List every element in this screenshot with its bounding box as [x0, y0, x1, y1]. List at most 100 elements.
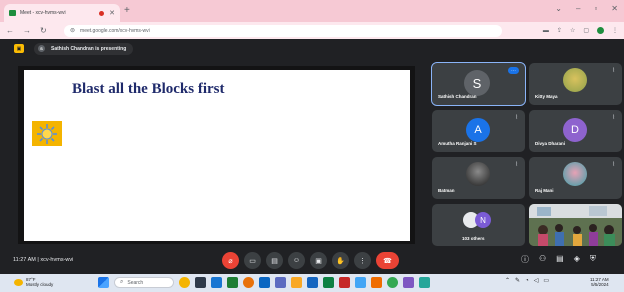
participant-name: Kitty Maya	[535, 94, 558, 99]
toolbar-icons: ▬ ⇪ ☆ ▢ ⋮	[543, 27, 618, 34]
chevron-up-icon[interactable]: ⌃	[505, 277, 510, 284]
participant-tile[interactable]: ⌇ A Amutha Ranjani S	[432, 110, 525, 152]
activities-icon[interactable]: ◈	[574, 254, 580, 265]
battery-icon[interactable]: ▭	[543, 277, 549, 284]
others-tile[interactable]: N 103 others	[432, 204, 525, 246]
maximize-icon[interactable]: ▫	[594, 4, 597, 13]
emoji-button[interactable]: ☺	[288, 252, 305, 269]
meeting-control-bar: 11:27 AM | xcv-hvms-wvi ⌀ ▭ ▤ ☺ ▣ ✋ ⋮ ☎ …	[0, 251, 624, 271]
browser-toolbar: ← → ↻ ⊜ meet.google.com/xcv-hvms-wvi ▬ ⇪…	[0, 22, 624, 39]
self-view-tile[interactable]	[529, 204, 622, 246]
bookmark-star-icon[interactable]: ☆	[570, 27, 575, 34]
avatar: D	[563, 118, 587, 142]
excel-icon[interactable]	[227, 277, 238, 288]
search-icon: ⌕	[120, 279, 124, 285]
mic-off-icon: ⌀	[228, 257, 233, 265]
meet-app-icon[interactable]	[323, 277, 334, 288]
reload-icon[interactable]: ↻	[40, 26, 47, 35]
widgets-icon[interactable]	[179, 277, 190, 288]
file-explorer-icon[interactable]	[291, 277, 302, 288]
raise-hand-button[interactable]: ✋	[332, 252, 349, 269]
info-icon[interactable]: ⓘ	[521, 254, 529, 265]
presenting-badge: S Sathish Chandran is presenting	[34, 42, 134, 55]
avatar: N	[475, 212, 491, 228]
mic-off-icon: ⌇	[515, 115, 518, 121]
mic-toggle-button[interactable]: ⌀	[222, 252, 239, 269]
forward-icon[interactable]: →	[23, 26, 31, 35]
tab-title: Meet - xcv-hvms-wvi	[20, 10, 66, 16]
new-tab-button[interactable]: +	[124, 5, 130, 17]
site-info-icon[interactable]: ⊜	[70, 27, 75, 34]
profile-avatar[interactable]	[597, 27, 604, 34]
system-tray: ⌃ ✎ ◔ ◁ ▭	[505, 277, 549, 285]
word-icon[interactable]	[307, 277, 318, 288]
people-icon[interactable]: ⚇	[539, 254, 546, 265]
participant-name: Batman	[438, 188, 455, 193]
close-tab-icon[interactable]: ✕	[109, 9, 115, 17]
minimize-icon[interactable]: ⌄	[555, 4, 562, 13]
camera-in-use-icon[interactable]: ▬	[543, 28, 549, 34]
participant-tile[interactable]: ⌇ D Divya Dharani	[529, 110, 622, 152]
slide-title: Blast all the Blocks first	[72, 81, 225, 97]
start-windows-icon[interactable]	[98, 277, 109, 288]
presenting-text: Sathish Chandran is presenting	[51, 45, 127, 52]
close-window-icon[interactable]: ✕	[611, 4, 618, 13]
participant-name: Sathish Chandran	[438, 94, 477, 99]
others-count: 103 others	[462, 236, 485, 241]
phone-hangup-icon: ☎	[383, 257, 392, 265]
mic-off-icon: ⌇	[612, 162, 615, 168]
avatar	[563, 68, 587, 92]
participant-tile[interactable]: ⋯ S Sathish Chandran	[431, 62, 526, 106]
address-bar[interactable]: ⊜ meet.google.com/xcv-hvms-wvi	[64, 24, 502, 37]
sun-image	[32, 121, 62, 146]
end-call-button[interactable]: ☎	[376, 252, 399, 269]
app-icon[interactable]	[419, 277, 430, 288]
chat-app-icon[interactable]	[211, 277, 222, 288]
captions-button[interactable]: ▤	[266, 252, 283, 269]
participant-tile[interactable]: ⌇ Raj Mani	[529, 157, 622, 199]
tab-panel-icon[interactable]: ▢	[583, 27, 589, 34]
minimize-window-icon[interactable]: –	[576, 4, 580, 13]
participant-tile[interactable]: ⌇ Batman	[432, 157, 525, 199]
weather-desc: Mostly cloudy	[26, 282, 54, 287]
share-icon[interactable]: ⇪	[557, 27, 562, 34]
teams-icon[interactable]	[275, 277, 286, 288]
present-button[interactable]: ▣	[310, 252, 327, 269]
meeting-info: 11:27 AM | xcv-hvms-wvi	[13, 257, 73, 263]
avatar: A	[466, 118, 490, 142]
app-icon[interactable]	[371, 277, 382, 288]
search-placeholder: Search	[127, 279, 144, 286]
participant-name: Amutha Ranjani S	[438, 141, 477, 146]
more-options-button[interactable]: ⋮	[354, 252, 371, 269]
chrome-icon[interactable]	[387, 277, 398, 288]
pen-icon[interactable]: ✎	[515, 277, 520, 284]
presentation-stage: Blast all the Blocks first	[18, 66, 415, 244]
wifi-icon[interactable]: ◔	[525, 278, 529, 284]
weather-widget[interactable]: 87°F Mostly cloudy	[14, 277, 53, 287]
hand-icon: ✋	[336, 257, 345, 265]
side-panel-controls: ⓘ ⚇ ▤ ◈ ⛨	[521, 254, 596, 265]
store-icon[interactable]	[355, 277, 366, 288]
camera-toggle-button[interactable]: ▭	[244, 252, 261, 269]
chat-icon[interactable]: ▤	[556, 254, 564, 265]
menu-dots-icon[interactable]: ⋮	[612, 27, 618, 34]
participant-tile[interactable]: ⌇ Kitty Maya	[529, 63, 622, 105]
app-icon[interactable]	[403, 277, 414, 288]
taskbar-search[interactable]: ⌕ Search	[114, 277, 174, 288]
edge-icon[interactable]	[259, 277, 270, 288]
avatar	[563, 162, 587, 186]
task-view-icon[interactable]	[195, 277, 206, 288]
window-controls: ⌄ – ▫ ✕	[555, 4, 618, 13]
mic-off-icon: ⌇	[612, 68, 615, 74]
browser-app-icon[interactable]	[243, 277, 254, 288]
mic-off-icon: ⌇	[612, 115, 615, 121]
back-icon[interactable]: ←	[6, 26, 14, 35]
powerpoint-icon[interactable]	[339, 277, 350, 288]
emoji-icon: ☺	[292, 257, 301, 264]
taskbar-clock[interactable]: 11:27 AM 5/5/2024	[590, 277, 609, 287]
camera-icon: ▭	[249, 257, 256, 265]
host-controls-icon[interactable]: ⛨	[590, 254, 596, 265]
volume-icon[interactable]: ◁	[534, 277, 539, 284]
browser-tab[interactable]: Meet - xcv-hvms-wvi ✕	[4, 4, 120, 22]
more-vert-icon: ⋮	[359, 257, 366, 265]
